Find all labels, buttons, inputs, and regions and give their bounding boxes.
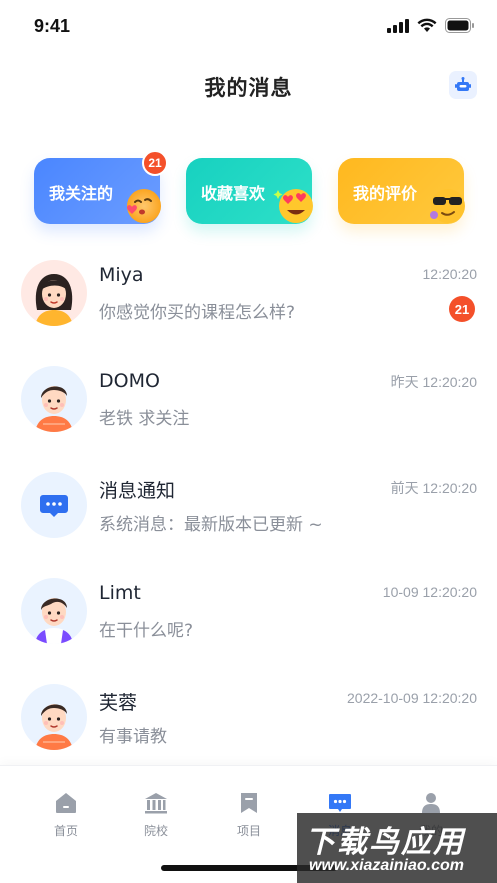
sunglasses-emoji-icon [430,189,465,223]
message-preview: 老铁 求关注 [99,409,190,429]
message-item-notification[interactable]: 消息通知 系统消息：最新版本已更新 ~ 前天 12:20:20 [0,464,497,570]
card-favorites[interactable]: 收藏喜欢 [186,158,313,224]
tab-projects-label: 项目 [236,824,261,838]
card-favorites-label: 收藏喜欢 [201,184,266,203]
school-icon [145,793,167,814]
avatar [21,684,87,750]
status-time: 9:41 [34,16,71,36]
card-following-label: 我关注的 [49,184,114,203]
message-sender: DOMO [99,370,160,392]
boy-avatar-icon [35,386,73,432]
tab-home-label: 首页 [53,824,78,838]
kiss-emoji-icon [127,189,161,223]
tab-projects[interactable]: 项目 [209,790,289,839]
message-time: 2022-10-09 12:20:20 [347,690,477,706]
message-time: 12:20:20 [422,266,478,282]
avatar [21,578,87,644]
quick-cards: 我关注的 21 收藏喜欢 我的评价 [34,150,466,224]
boy-avatar-icon [35,704,73,750]
avatar [21,472,87,538]
status-icons [387,18,475,33]
watermark: 下载鸟应用 www.xiazainiao.com [297,813,497,883]
message-sender: 芙蓉 [99,692,138,714]
bookmark-icon [241,793,257,813]
message-preview: 在干什么呢? [99,621,194,641]
watermark-url: www.xiazainiao.com [309,857,465,874]
message-time: 前天 12:20:20 [390,480,477,496]
card-following-badge: 21 [142,150,168,176]
message-item-limt[interactable]: Limt 在干什么呢? 10-09 12:20:20 [0,570,497,676]
card-following[interactable]: 我关注的 21 [34,150,168,224]
avatar [21,260,87,326]
tab-school[interactable]: 院校 [116,790,196,839]
message-sender: Limt [99,582,141,604]
message-item-domo[interactable]: DOMO 老铁 求关注 昨天 12:20:20 [0,358,497,464]
card-reviews-label: 我的评价 [353,184,418,203]
message-sender: 消息通知 [99,480,176,502]
message-preview: 你感觉你买的课程怎么样? [99,303,296,323]
boy-avatar-icon [35,598,73,644]
chat-bubble-icon [40,495,68,517]
status-bar: 9:41 [0,0,497,56]
wifi-icon [417,18,437,32]
signal-icon [387,18,409,33]
tab-school-label: 院校 [143,824,168,838]
home-icon [56,793,76,813]
avatar [21,366,87,432]
watermark-title: 下载鸟应用 [305,825,465,860]
message-preview: 有事请教 [99,727,167,747]
unread-badge: 21 [449,296,475,322]
robot-icon [455,77,471,91]
message-time: 昨天 12:20:20 [390,374,477,390]
message-time: 10-09 12:20:20 [382,584,477,600]
card-reviews[interactable]: 我的评价 [338,158,465,224]
message-preview: 系统消息：最新版本已更新 ~ [99,515,323,535]
girl-avatar-icon [35,274,73,326]
robot-button[interactable] [449,71,477,99]
page-title: 我的消息 [204,76,293,100]
message-sender: Miya [99,264,144,286]
heart-eyes-emoji-icon [273,189,313,223]
message-item-miya[interactable]: Miya 你感觉你买的课程怎么样? 12:20:20 21 [0,252,497,358]
tab-home[interactable]: 首页 [26,790,106,839]
battery-icon [445,18,474,33]
